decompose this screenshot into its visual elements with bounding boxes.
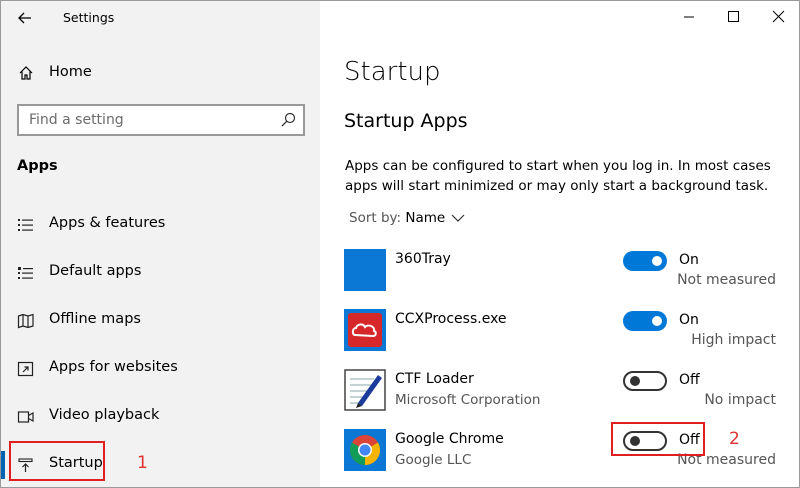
annotation-box-1: [9, 441, 105, 481]
back-arrow-icon: [18, 12, 31, 24]
search-box: [17, 104, 305, 136]
app-toggle[interactable]: [623, 251, 667, 271]
toggle-knob: [652, 256, 662, 266]
default-apps-icon: [18, 267, 33, 279]
back-button[interactable]: [11, 6, 39, 30]
toggle-knob: [630, 376, 640, 386]
sidebar-item-video-playback[interactable]: Video playback: [1, 399, 320, 435]
sort-value: Name: [405, 210, 446, 226]
section-heading: Startup Apps: [344, 110, 468, 132]
sort-label: Sort by:: [349, 210, 402, 226]
list-icon: [18, 219, 33, 231]
close-icon: [772, 10, 785, 23]
maximize-button[interactable]: [713, 5, 753, 29]
startup-app-row: CTF Loader Microsoft Corporation Off No …: [344, 369, 784, 415]
toggle-state: Off: [679, 372, 700, 388]
maximize-icon: [728, 11, 739, 22]
home-label: Home: [49, 64, 92, 80]
sort-dropdown[interactable]: Sort by: Name: [349, 210, 445, 226]
app-name: CCXProcess.exe: [395, 311, 507, 327]
description-text: Apps can be configured to start when you…: [345, 158, 771, 194]
close-button[interactable]: [758, 5, 798, 29]
window-title: Settings: [63, 10, 115, 25]
startup-impact: No impact: [704, 392, 776, 408]
sidebar-item-apps-for-websites[interactable]: Apps for websites: [1, 351, 320, 387]
startup-app-row: 360Tray On Not measured: [344, 249, 784, 295]
toggle-knob: [652, 316, 662, 326]
app-publisher: Google LLC: [395, 452, 472, 468]
sidebar-item-label: Apps for websites: [49, 359, 178, 375]
map-icon: [17, 313, 34, 329]
app-toggle[interactable]: [623, 371, 667, 391]
sidebar-item-label: Offline maps: [49, 311, 141, 327]
annotation-number-1: 1: [137, 453, 148, 473]
settings-window: Settings Home Apps Apps & features: [0, 0, 800, 488]
chevron-down-icon[interactable]: [451, 214, 465, 223]
app-publisher: Microsoft Corporation: [395, 392, 541, 408]
annotation-number-2: 2: [729, 429, 740, 449]
sidebar-item-offline-maps[interactable]: Offline maps: [1, 303, 320, 339]
search-icon[interactable]: [280, 112, 296, 128]
section-title: Apps: [17, 158, 58, 174]
website-icon: [17, 361, 34, 377]
app-toggle[interactable]: [623, 311, 667, 331]
sidebar-item-default-apps[interactable]: Default apps: [1, 255, 320, 291]
chrome-icon: [344, 429, 386, 471]
startup-app-row: Google Chrome Google LLC Off Not measure…: [344, 429, 784, 475]
toggle-state: On: [679, 312, 699, 328]
video-icon: [17, 411, 34, 423]
sidebar-item-label: Default apps: [49, 263, 142, 279]
app-tile-icon: [344, 249, 386, 291]
sidebar-item-label: Video playback: [49, 407, 160, 423]
app-name: Google Chrome: [395, 431, 504, 447]
startup-impact: Not measured: [677, 272, 776, 288]
creative-cloud-icon: [344, 309, 386, 351]
app-name: 360Tray: [395, 251, 451, 267]
sidebar: Settings Home Apps Apps & features: [1, 1, 320, 487]
search-input[interactable]: [19, 106, 275, 134]
annotation-box-2: [611, 422, 705, 456]
active-indicator: [1, 451, 5, 479]
sidebar-item-label: Apps & features: [49, 215, 166, 231]
page-title: Startup: [344, 57, 441, 87]
main-content: Startup Startup Apps Apps can be configu…: [320, 1, 799, 487]
sidebar-item-apps-features[interactable]: Apps & features: [1, 207, 320, 243]
app-name: CTF Loader: [395, 371, 474, 387]
startup-impact: High impact: [691, 332, 776, 348]
startup-app-row: CCXProcess.exe On High impact: [344, 309, 784, 355]
sidebar-item-home[interactable]: Home: [1, 59, 320, 87]
toggle-state: On: [679, 252, 699, 268]
minimize-icon: [684, 16, 694, 18]
minimize-button[interactable]: [669, 5, 709, 29]
ctf-loader-icon: [344, 369, 386, 411]
home-icon: [19, 66, 33, 80]
